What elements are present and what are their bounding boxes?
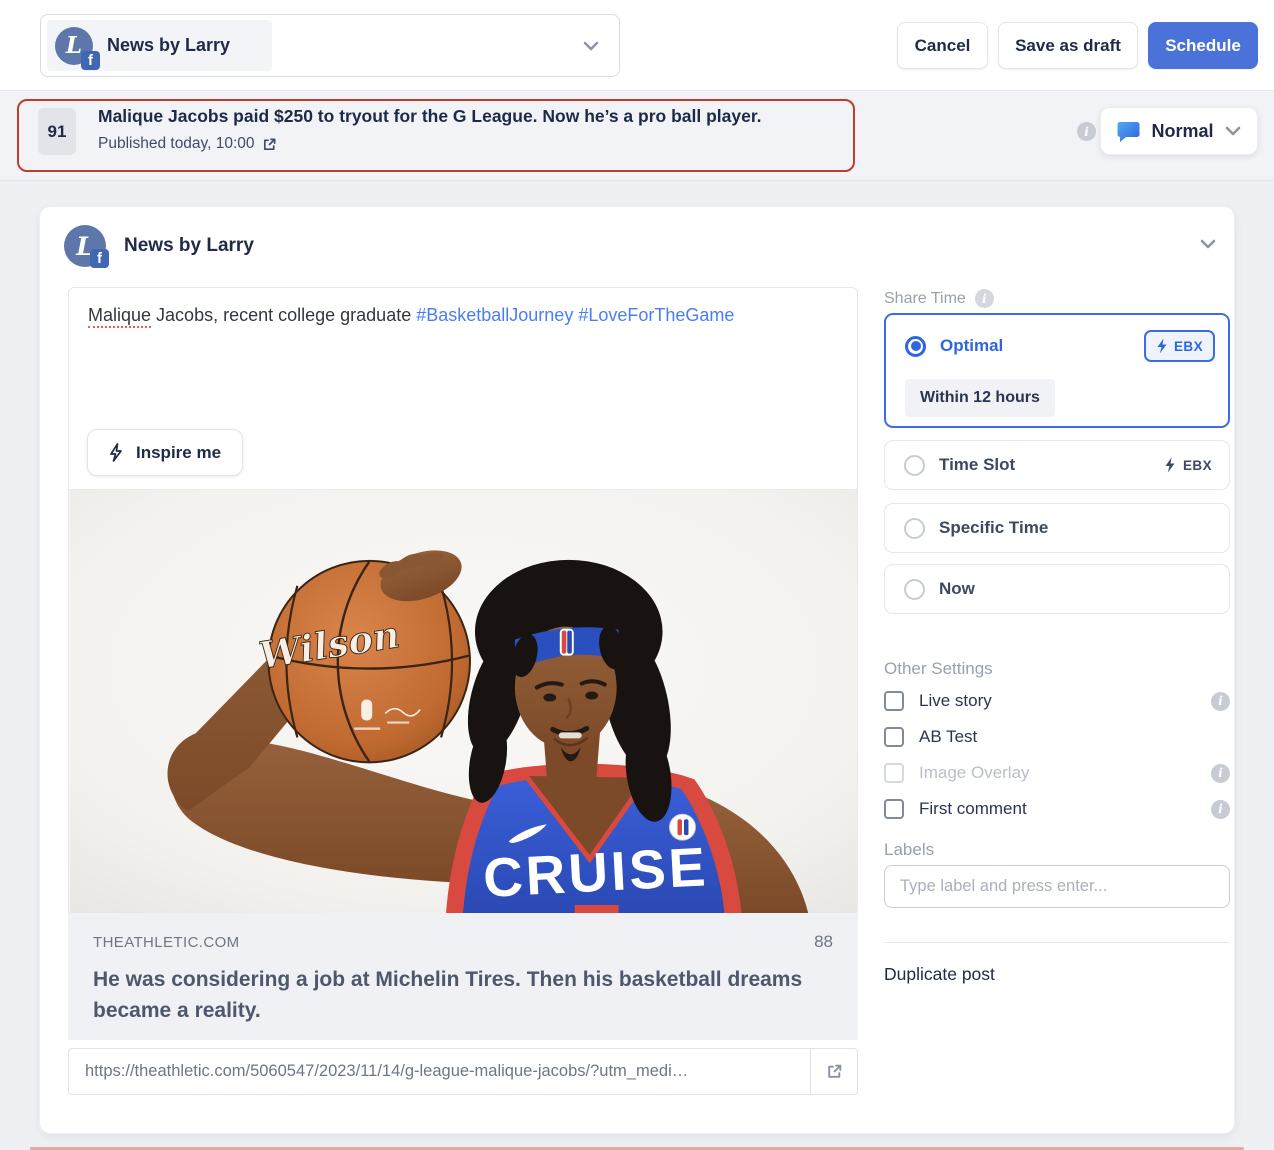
schedule-button[interactable]: Schedule	[1148, 22, 1258, 69]
article-url-bar: https://theathletic.com/5060547/2023/11/…	[68, 1048, 858, 1095]
post-score-badge: 91	[38, 108, 76, 155]
link-score: 88	[814, 932, 833, 952]
link-title: He was considering a job at Michelin Tir…	[93, 964, 805, 1026]
info-icon[interactable]: i	[1211, 692, 1230, 711]
inspire-me-label: Inspire me	[136, 443, 221, 463]
now-label: Now	[939, 579, 975, 599]
scheduler-app: L f News by Larry Cancel Save as draft S…	[0, 0, 1274, 1150]
inspire-me-button[interactable]: Inspire me	[87, 429, 243, 476]
optimal-window-chip: Within 12 hours	[905, 379, 1055, 417]
share-option-now[interactable]: Now	[884, 564, 1230, 614]
hashtag-link[interactable]: #BasketballJourney	[416, 305, 573, 325]
radio-unselected[interactable]	[904, 579, 925, 600]
cancel-button[interactable]: Cancel	[897, 22, 988, 69]
share-option-optimal[interactable]: Optimal EBX Within 12 hours	[884, 313, 1230, 428]
account-chip: L f News by Larry	[47, 20, 272, 71]
page-avatar: L f	[55, 27, 93, 65]
first-comment-option[interactable]: First comment i	[884, 796, 1230, 822]
live-story-option[interactable]: Live story i	[884, 688, 1230, 714]
duplicate-post-button[interactable]: Duplicate post	[884, 964, 995, 985]
checkbox[interactable]	[884, 799, 904, 819]
post-message-input[interactable]: Malique Jacobs, recent college graduate …	[68, 287, 858, 490]
share-option-time-slot[interactable]: Time Slot EBX	[884, 440, 1230, 490]
link-preview-footer: THEATHLETIC.COM 88 He was considering a …	[68, 913, 858, 1040]
checkbox-disabled	[884, 763, 904, 783]
post-editor-card: L f News by Larry Malique Jacobs, recent…	[40, 207, 1234, 1133]
page-avatar: L f	[64, 225, 102, 263]
status-dropdown[interactable]: Normal	[1100, 107, 1258, 155]
live-story-label: Live story	[919, 691, 992, 711]
radio-selected[interactable]	[905, 336, 926, 357]
checkbox[interactable]	[884, 691, 904, 711]
collapse-chevron-icon[interactable]	[1200, 239, 1216, 249]
external-link-icon[interactable]	[262, 137, 277, 152]
chevron-down-icon	[1225, 126, 1241, 136]
share-time-label: Share Time	[884, 290, 966, 308]
info-icon[interactable]: i	[1077, 122, 1096, 141]
image-overlay-label: Image Overlay	[919, 763, 1030, 783]
post-published-status: Published today, 10:00	[98, 135, 277, 153]
labels-section-label: Labels	[884, 840, 934, 860]
checkbox[interactable]	[884, 727, 904, 747]
ebx-badge: EBX	[1144, 330, 1215, 362]
lightning-icon	[109, 443, 123, 462]
facebook-icon: f	[81, 51, 100, 70]
post-headline: Malique Jacobs paid $250 to tryout for t…	[98, 106, 762, 127]
page-name: News by Larry	[124, 235, 254, 257]
info-icon[interactable]: i	[1211, 800, 1230, 819]
top-toolbar: L f News by Larry Cancel Save as draft S…	[0, 0, 1274, 91]
radio-unselected[interactable]	[904, 455, 925, 476]
ab-test-option[interactable]: AB Test	[884, 724, 1230, 750]
published-time: Published today, 10:00	[98, 135, 255, 153]
facebook-icon: f	[90, 249, 109, 268]
share-option-specific-time[interactable]: Specific Time	[884, 503, 1230, 553]
chevron-down-icon	[583, 41, 599, 51]
share-time-section-label: Share Time i	[884, 289, 994, 308]
first-comment-label: First comment	[919, 799, 1027, 819]
status-label: Normal	[1151, 121, 1213, 142]
message-text: Jacobs, recent college graduate	[151, 305, 416, 325]
other-settings-label: Other Settings	[884, 659, 993, 679]
specific-time-label: Specific Time	[939, 518, 1048, 538]
radio-unselected[interactable]	[904, 518, 925, 539]
info-icon[interactable]: i	[1211, 764, 1230, 783]
ab-test-label: AB Test	[919, 727, 977, 747]
lightning-icon	[1156, 338, 1168, 354]
divider	[884, 942, 1230, 943]
post-image: CRUISE Wilson	[68, 490, 858, 913]
article-url[interactable]: https://theathletic.com/5060547/2023/11/…	[69, 1049, 810, 1094]
lightning-icon	[1164, 457, 1176, 473]
info-icon[interactable]: i	[975, 289, 994, 308]
account-selector[interactable]: L f News by Larry	[40, 14, 620, 77]
external-link-icon	[826, 1063, 843, 1080]
status-bubble-icon	[1117, 121, 1140, 142]
published-post-row[interactable]: 91 Malique Jacobs paid $250 to tryout fo…	[0, 91, 1274, 181]
ebx-label: EBX	[1174, 339, 1203, 354]
jersey-text: CRUISE	[482, 835, 710, 909]
ebx-badge: EBX	[1164, 457, 1212, 473]
hashtag-link[interactable]: #LoveForTheGame	[578, 305, 734, 325]
player-photo-illustration: CRUISE Wilson	[69, 490, 858, 913]
link-domain: THEATHLETIC.COM	[93, 934, 833, 951]
message-word-misspelled: Malique	[88, 305, 151, 328]
account-name: News by Larry	[107, 35, 230, 56]
open-url-button[interactable]	[810, 1049, 857, 1094]
time-slot-label: Time Slot	[939, 455, 1015, 475]
optimal-label: Optimal	[940, 336, 1003, 356]
labels-input[interactable]	[884, 865, 1230, 908]
ebx-label: EBX	[1183, 458, 1212, 473]
image-overlay-option: Image Overlay i	[884, 760, 1230, 786]
save-as-draft-button[interactable]: Save as draft	[998, 22, 1138, 69]
